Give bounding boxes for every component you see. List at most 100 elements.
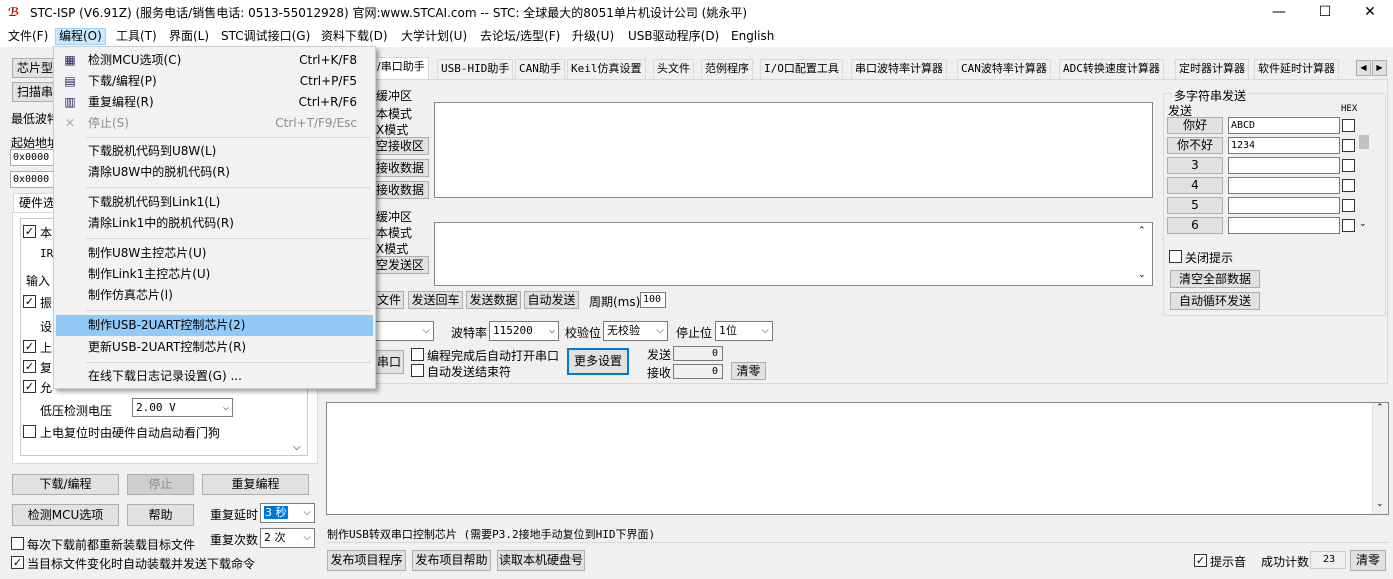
more-settings-button[interactable]: 更多设置 — [567, 348, 629, 375]
reprogram-button[interactable]: 重复编程 — [202, 474, 309, 495]
multi-send-button-6[interactable]: 6 — [1167, 217, 1223, 234]
option-checkbox-reset[interactable]: ✓ — [23, 360, 36, 373]
menu-item-clear-u8w[interactable]: 清除U8W中的脱机代码(R) — [56, 162, 373, 183]
multi-hex-checkbox-6[interactable] — [1342, 219, 1355, 232]
menu-tools[interactable]: 工具(T) — [113, 28, 160, 45]
menu-item-make-emulator-chip[interactable]: 制作仿真芯片(I) — [56, 285, 373, 306]
multi-string-input-1[interactable]: ABCD — [1228, 117, 1340, 134]
scroll-up-icon[interactable]: ⌃ — [1138, 226, 1146, 236]
send-data-button[interactable]: 发送数据 — [466, 291, 521, 309]
read-disk-id-button[interactable]: 读取本机硬盘号 — [497, 550, 585, 571]
multi-send-button-1[interactable]: 你好 — [1167, 117, 1223, 134]
publish-project-button[interactable]: 发布项目程序 — [327, 550, 406, 571]
download-program-button[interactable]: 下载/编程 — [12, 474, 119, 495]
clear-success-button[interactable]: 清零 — [1350, 550, 1386, 571]
detect-mcu-button[interactable]: 检测MCU选项 — [12, 504, 119, 526]
auto-send-on-change-checkbox[interactable]: ✓ — [11, 556, 24, 569]
baud-rate-select[interactable]: 115200 ⌵ — [489, 321, 559, 341]
watchdog-checkbox[interactable] — [23, 425, 36, 438]
option-checkbox-osc[interactable]: ✓ — [23, 295, 36, 308]
start-address-input-2[interactable]: 0x0000 — [10, 171, 58, 188]
tab-scroll-left-icon[interactable]: ◀ — [1356, 60, 1371, 76]
multi-scrollbar-thumb[interactable] — [1359, 135, 1369, 149]
menu-item-reprogram[interactable]: ▥ 重复编程(R) Ctrl+R/F6 — [56, 92, 373, 113]
clear-recv-button[interactable]: 空接收区 — [374, 137, 429, 155]
close-button[interactable]: ✕ — [1347, 0, 1393, 25]
chip-type-button[interactable]: 芯片型 — [12, 58, 57, 78]
multi-hex-checkbox-4[interactable] — [1342, 179, 1355, 192]
auto-loop-send-button[interactable]: 自动循环发送 — [1170, 292, 1260, 310]
multi-scrollbar[interactable]: ⌄ — [1357, 117, 1371, 234]
stop-bits-select[interactable]: 1位 ⌵ — [715, 321, 773, 341]
tab-adc-speed[interactable]: ADC转换速度计算器 — [1059, 59, 1164, 79]
send-buffer-textarea[interactable] — [434, 222, 1153, 286]
tab-can-baud[interactable]: CAN波特率计算器 — [957, 59, 1051, 79]
tab-timer-calc[interactable]: 定时器计算器 — [1175, 59, 1249, 79]
tab-keil[interactable]: Keil仿真设置 — [567, 59, 646, 79]
copy-recv-button[interactable]: 接收数据 — [374, 181, 429, 199]
tab-usb-hid[interactable]: USB-HID助手 — [437, 59, 514, 79]
menu-item-make-usb2uart-chip[interactable]: 制作USB-2UART控制芯片(2) — [56, 315, 373, 336]
multi-string-input-6[interactable] — [1228, 217, 1340, 234]
clear-count-button[interactable]: 清零 — [731, 362, 766, 380]
multi-hex-checkbox-2[interactable] — [1342, 139, 1355, 152]
menu-upgrade[interactable]: 升级(U) — [569, 28, 617, 45]
parity-select[interactable]: 无校验 ⌵ — [603, 321, 668, 341]
scroll-down-icon[interactable]: ⌄ — [1359, 219, 1367, 229]
tab-examples[interactable]: 范例程序 — [701, 59, 753, 79]
menu-item-stop[interactable]: ✕ 停止(S) Ctrl+T/F9/Esc — [56, 113, 373, 134]
clear-all-data-button[interactable]: 清空全部数据 — [1170, 270, 1260, 288]
auto-end-char-checkbox[interactable] — [411, 364, 424, 377]
multi-hex-checkbox-3[interactable] — [1342, 159, 1355, 172]
menu-docs[interactable]: 资料下载(D) — [318, 28, 391, 45]
log-output-area[interactable] — [326, 402, 1389, 515]
menu-item-update-usb2uart-chip[interactable]: 更新USB-2UART控制芯片(R) — [56, 337, 373, 358]
option-checkbox-allow[interactable]: ✓ — [23, 380, 36, 393]
multi-send-button-3[interactable]: 3 — [1167, 157, 1223, 174]
close-tip-checkbox[interactable] — [1169, 250, 1182, 263]
multi-send-button-4[interactable]: 4 — [1167, 177, 1223, 194]
publish-help-button[interactable]: 发布项目帮助 — [412, 550, 491, 571]
multi-send-button-5[interactable]: 5 — [1167, 197, 1223, 214]
send-cr-button[interactable]: 发送回车 — [408, 291, 463, 309]
menu-forum[interactable]: 去论坛/选型(F) — [477, 28, 563, 45]
low-voltage-select[interactable]: 2.00 V ⌵ — [132, 398, 233, 417]
multi-hex-checkbox-1[interactable] — [1342, 119, 1355, 132]
repeat-count-select[interactable]: 2 次 ⌵ — [260, 528, 315, 548]
tab-header-file[interactable]: 头文件 — [653, 59, 694, 79]
maximize-button[interactable]: ☐ — [1302, 0, 1348, 25]
scroll-up-icon[interactable]: ⌃ — [1376, 403, 1384, 413]
menu-item-detect-mcu[interactable]: ▦ 检测MCU选项(C) Ctrl+K/F8 — [56, 50, 373, 71]
tab-serial-assistant[interactable]: /串口助手 — [373, 57, 429, 79]
menu-item-make-u8w-chip[interactable]: 制作U8W主控芯片(U) — [56, 243, 373, 264]
tab-can[interactable]: CAN助手 — [515, 59, 565, 79]
menu-university[interactable]: 大学计划(U) — [398, 28, 470, 45]
multi-string-input-4[interactable] — [1228, 177, 1340, 194]
scroll-down-icon[interactable]: ⌄ — [1138, 270, 1146, 280]
tab-io-config[interactable]: I/O口配置工具 — [760, 59, 843, 79]
reload-before-download-checkbox[interactable] — [11, 537, 24, 550]
auto-send-button[interactable]: 自动发送 — [524, 291, 579, 309]
clear-send-button[interactable]: 空发送区 — [374, 256, 429, 274]
menu-interface[interactable]: 界面(L) — [166, 28, 212, 45]
menu-usb-driver[interactable]: USB驱动程序(D) — [625, 28, 722, 45]
menu-english[interactable]: English — [728, 28, 777, 45]
option-checkbox-1[interactable]: ✓ — [23, 225, 36, 238]
menu-item-download-u8w[interactable]: 下载脱机代码到U8W(L) — [56, 141, 373, 162]
multi-string-input-5[interactable] — [1228, 197, 1340, 214]
open-port-button[interactable]: 串口 — [374, 350, 404, 374]
repeat-delay-select[interactable]: 3 秒 ⌵ — [260, 503, 315, 523]
stop-button[interactable]: 停止 — [127, 474, 194, 495]
menu-item-make-link1-chip[interactable]: 制作Link1主控芯片(U) — [56, 264, 373, 285]
option-checkbox-power[interactable]: ✓ — [23, 340, 36, 353]
receive-buffer-textarea[interactable] — [434, 102, 1153, 198]
scan-port-button[interactable]: 扫描串 — [12, 82, 57, 102]
multi-string-input-2[interactable]: 1234 — [1228, 137, 1340, 154]
beep-checkbox[interactable]: ✓ — [1194, 554, 1207, 567]
tab-uart-baud[interactable]: 串口波特率计算器 — [851, 59, 947, 79]
multi-string-input-3[interactable] — [1228, 157, 1340, 174]
tab-delay-calc[interactable]: 软件延时计算器 — [1254, 59, 1339, 79]
help-button[interactable]: 帮助 — [127, 504, 194, 526]
menu-stc-debug[interactable]: STC调试接口(G) — [218, 28, 313, 45]
scroll-down-icon[interactable]: ⌵ — [293, 442, 301, 453]
